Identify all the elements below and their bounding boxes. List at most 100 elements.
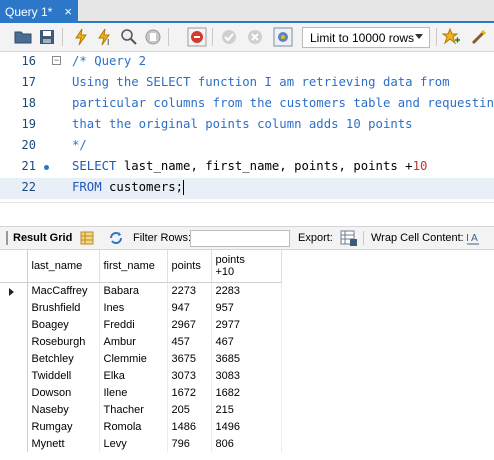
table-cell[interactable]: Boagey: [27, 316, 100, 333]
table-cell[interactable]: 1486: [167, 418, 212, 435]
result-table: last_name first_name points points +10 M…: [0, 250, 282, 452]
table-cell[interactable]: Babara: [99, 282, 168, 299]
table-cell[interactable]: 1672: [167, 384, 212, 401]
column-header-last-name[interactable]: last_name: [27, 250, 100, 283]
table-row[interactable]: Boagey Freddi 2967 2977: [0, 316, 282, 333]
table-cell[interactable]: Thacher: [99, 401, 168, 418]
table-row[interactable]: Dowson Ilene 1672 1682: [0, 384, 282, 401]
svg-text:A: A: [471, 233, 478, 244]
sql-number: 10: [412, 159, 428, 173]
code-line: 20 */: [0, 136, 494, 157]
table-cell[interactable]: 3073: [167, 367, 212, 384]
table-cell[interactable]: 2977: [211, 316, 282, 333]
table-row[interactable]: Mynett Levy 796 806: [0, 435, 282, 452]
row-header[interactable]: [0, 333, 28, 350]
fold-toggle-icon[interactable]: −: [52, 56, 61, 65]
table-cell[interactable]: Freddi: [99, 316, 168, 333]
tab-strip: Query 1* ×: [0, 0, 494, 23]
close-icon[interactable]: ×: [64, 5, 72, 18]
table-cell[interactable]: Ilene: [99, 384, 168, 401]
table-cell[interactable]: 1682: [211, 384, 282, 401]
row-header[interactable]: [0, 282, 28, 299]
table-cell[interactable]: Levy: [99, 435, 168, 452]
table-cell[interactable]: 457: [167, 333, 212, 350]
row-header[interactable]: [0, 401, 28, 418]
table-cell[interactable]: Mynett: [27, 435, 100, 452]
table-cell[interactable]: 3675: [167, 350, 212, 367]
table-cell[interactable]: 3685: [211, 350, 282, 367]
open-folder-icon[interactable]: [12, 26, 34, 48]
table-cell[interactable]: Rumgay: [27, 418, 100, 435]
explain-icon[interactable]: [118, 26, 140, 48]
commit-icon[interactable]: [218, 26, 240, 48]
grid-view-icon[interactable]: [80, 231, 94, 248]
table-cell[interactable]: Roseburgh: [27, 333, 100, 350]
sql-text: customers;: [101, 180, 184, 194]
column-header-first-name[interactable]: first_name: [99, 250, 168, 283]
result-grid-tab[interactable]: Result Grid: [13, 232, 72, 244]
execute-current-icon[interactable]: I: [94, 26, 116, 48]
table-cell[interactable]: 1496: [211, 418, 282, 435]
wrap-cell-icon[interactable]: IA: [466, 231, 480, 248]
table-cell[interactable]: 796: [167, 435, 212, 452]
code-text: SELECT last_name, first_name, points, po…: [72, 159, 427, 173]
refresh-icon[interactable]: [108, 230, 124, 249]
tab-query-1[interactable]: Query 1* ×: [0, 0, 78, 23]
row-header[interactable]: [0, 299, 28, 316]
table-header-row: last_name first_name points points +10: [0, 250, 282, 283]
row-header[interactable]: [0, 418, 28, 435]
beautify-icon[interactable]: [468, 26, 490, 48]
table-cell[interactable]: 2967: [167, 316, 212, 333]
rollback-icon[interactable]: [244, 26, 266, 48]
current-row-arrow-icon: [9, 287, 14, 296]
table-cell[interactable]: 947: [167, 299, 212, 316]
table-row[interactable]: Rumgay Romola 1486 1496: [0, 418, 282, 435]
table-row[interactable]: Roseburgh Ambur 457 467: [0, 333, 282, 350]
sql-editor[interactable]: 16 − /* Query 2 17 Using the SELECT func…: [0, 52, 494, 202]
row-header[interactable]: [0, 435, 28, 452]
column-header-points[interactable]: points: [167, 250, 212, 283]
execute-icon[interactable]: [70, 26, 92, 48]
toolbar-separator: [168, 28, 169, 46]
result-grid[interactable]: last_name first_name points points +10 M…: [0, 250, 494, 460]
row-header[interactable]: [0, 384, 28, 401]
code-line-current: 22 FROM customers;: [0, 178, 494, 199]
table-cell[interactable]: 215: [211, 401, 282, 418]
table-cell[interactable]: 467: [211, 333, 282, 350]
stop-on-error-icon[interactable]: [186, 26, 208, 48]
save-icon[interactable]: [36, 26, 58, 48]
table-row[interactable]: Twiddell Elka 3073 3083: [0, 367, 282, 384]
column-header-points-plus-10[interactable]: points +10: [211, 250, 282, 283]
table-cell[interactable]: MacCaffrey: [27, 282, 100, 299]
export-icon[interactable]: [340, 230, 358, 250]
autocommit-icon[interactable]: [272, 26, 294, 48]
table-cell[interactable]: 205: [167, 401, 212, 418]
row-header[interactable]: [0, 367, 28, 384]
table-row[interactable]: Naseby Thacher 205 215: [0, 401, 282, 418]
table-cell[interactable]: 3083: [211, 367, 282, 384]
table-cell[interactable]: Twiddell: [27, 367, 100, 384]
table-cell[interactable]: Elka: [99, 367, 168, 384]
table-row[interactable]: Brushfield Ines 947 957: [0, 299, 282, 316]
table-row[interactable]: MacCaffrey Babara 2273 2283: [0, 282, 282, 299]
table-cell[interactable]: 957: [211, 299, 282, 316]
table-cell[interactable]: Betchley: [27, 350, 100, 367]
table-row[interactable]: Betchley Clemmie 3675 3685: [0, 350, 282, 367]
table-cell[interactable]: Ambur: [99, 333, 168, 350]
row-header[interactable]: [0, 350, 28, 367]
row-header[interactable]: [0, 316, 28, 333]
filter-rows-input[interactable]: [190, 230, 290, 247]
table-cell[interactable]: Clemmie: [99, 350, 168, 367]
table-cell[interactable]: Naseby: [27, 401, 100, 418]
stop-icon[interactable]: [142, 26, 164, 48]
table-cell[interactable]: Brushfield: [27, 299, 100, 316]
table-cell[interactable]: 2283: [211, 282, 282, 299]
limit-rows-select[interactable]: Limit to 10000 rows: [302, 27, 430, 48]
table-cell[interactable]: Romola: [99, 418, 168, 435]
add-snippet-icon[interactable]: [440, 26, 462, 48]
table-cell[interactable]: 806: [211, 435, 282, 452]
table-cell[interactable]: 2273: [167, 282, 212, 299]
editor-horizontal-scrollbar[interactable]: [0, 202, 494, 208]
table-cell[interactable]: Ines: [99, 299, 168, 316]
table-cell[interactable]: Dowson: [27, 384, 100, 401]
